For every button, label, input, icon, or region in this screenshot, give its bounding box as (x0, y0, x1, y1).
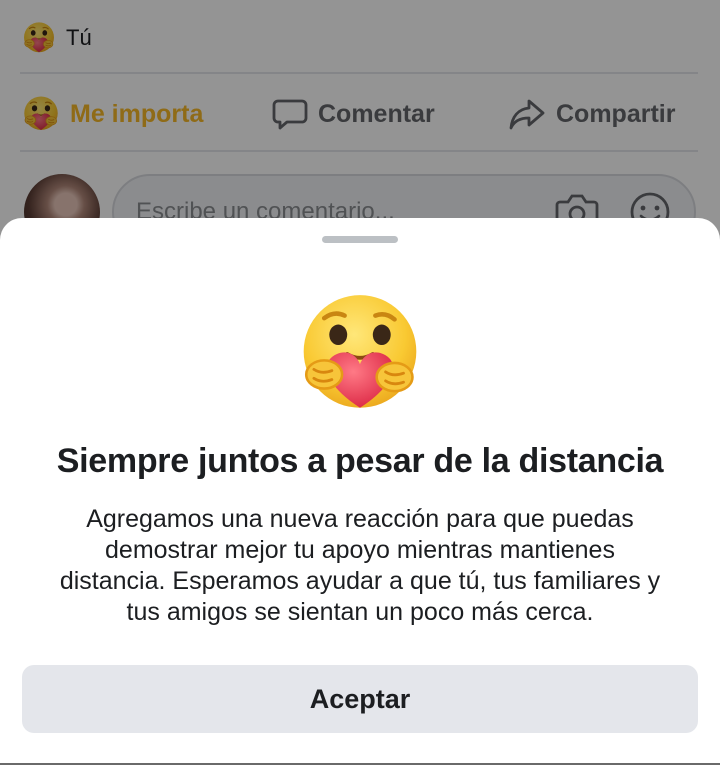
care-reaction-icon (296, 290, 424, 418)
description-line: tus amigos se sientan un poco más cerca. (126, 598, 594, 626)
description-line: demostrar mejor tu apoyo mientras mantie… (105, 536, 615, 564)
new-reaction-sheet: Siempre juntos a pesar de la distancia A… (0, 218, 720, 765)
description-line: distancia. Esperamos ayudar a que tú, tu… (59, 567, 661, 595)
accept-button[interactable]: Aceptar (22, 665, 698, 733)
description-line: Agregamos una nueva reacción para que pu… (86, 505, 634, 533)
sheet-title: Siempre juntos a pesar de la distancia (56, 442, 664, 480)
drag-handle[interactable] (322, 236, 398, 243)
sheet-description: Agregamos una nueva reacción para que pu… (24, 504, 696, 628)
